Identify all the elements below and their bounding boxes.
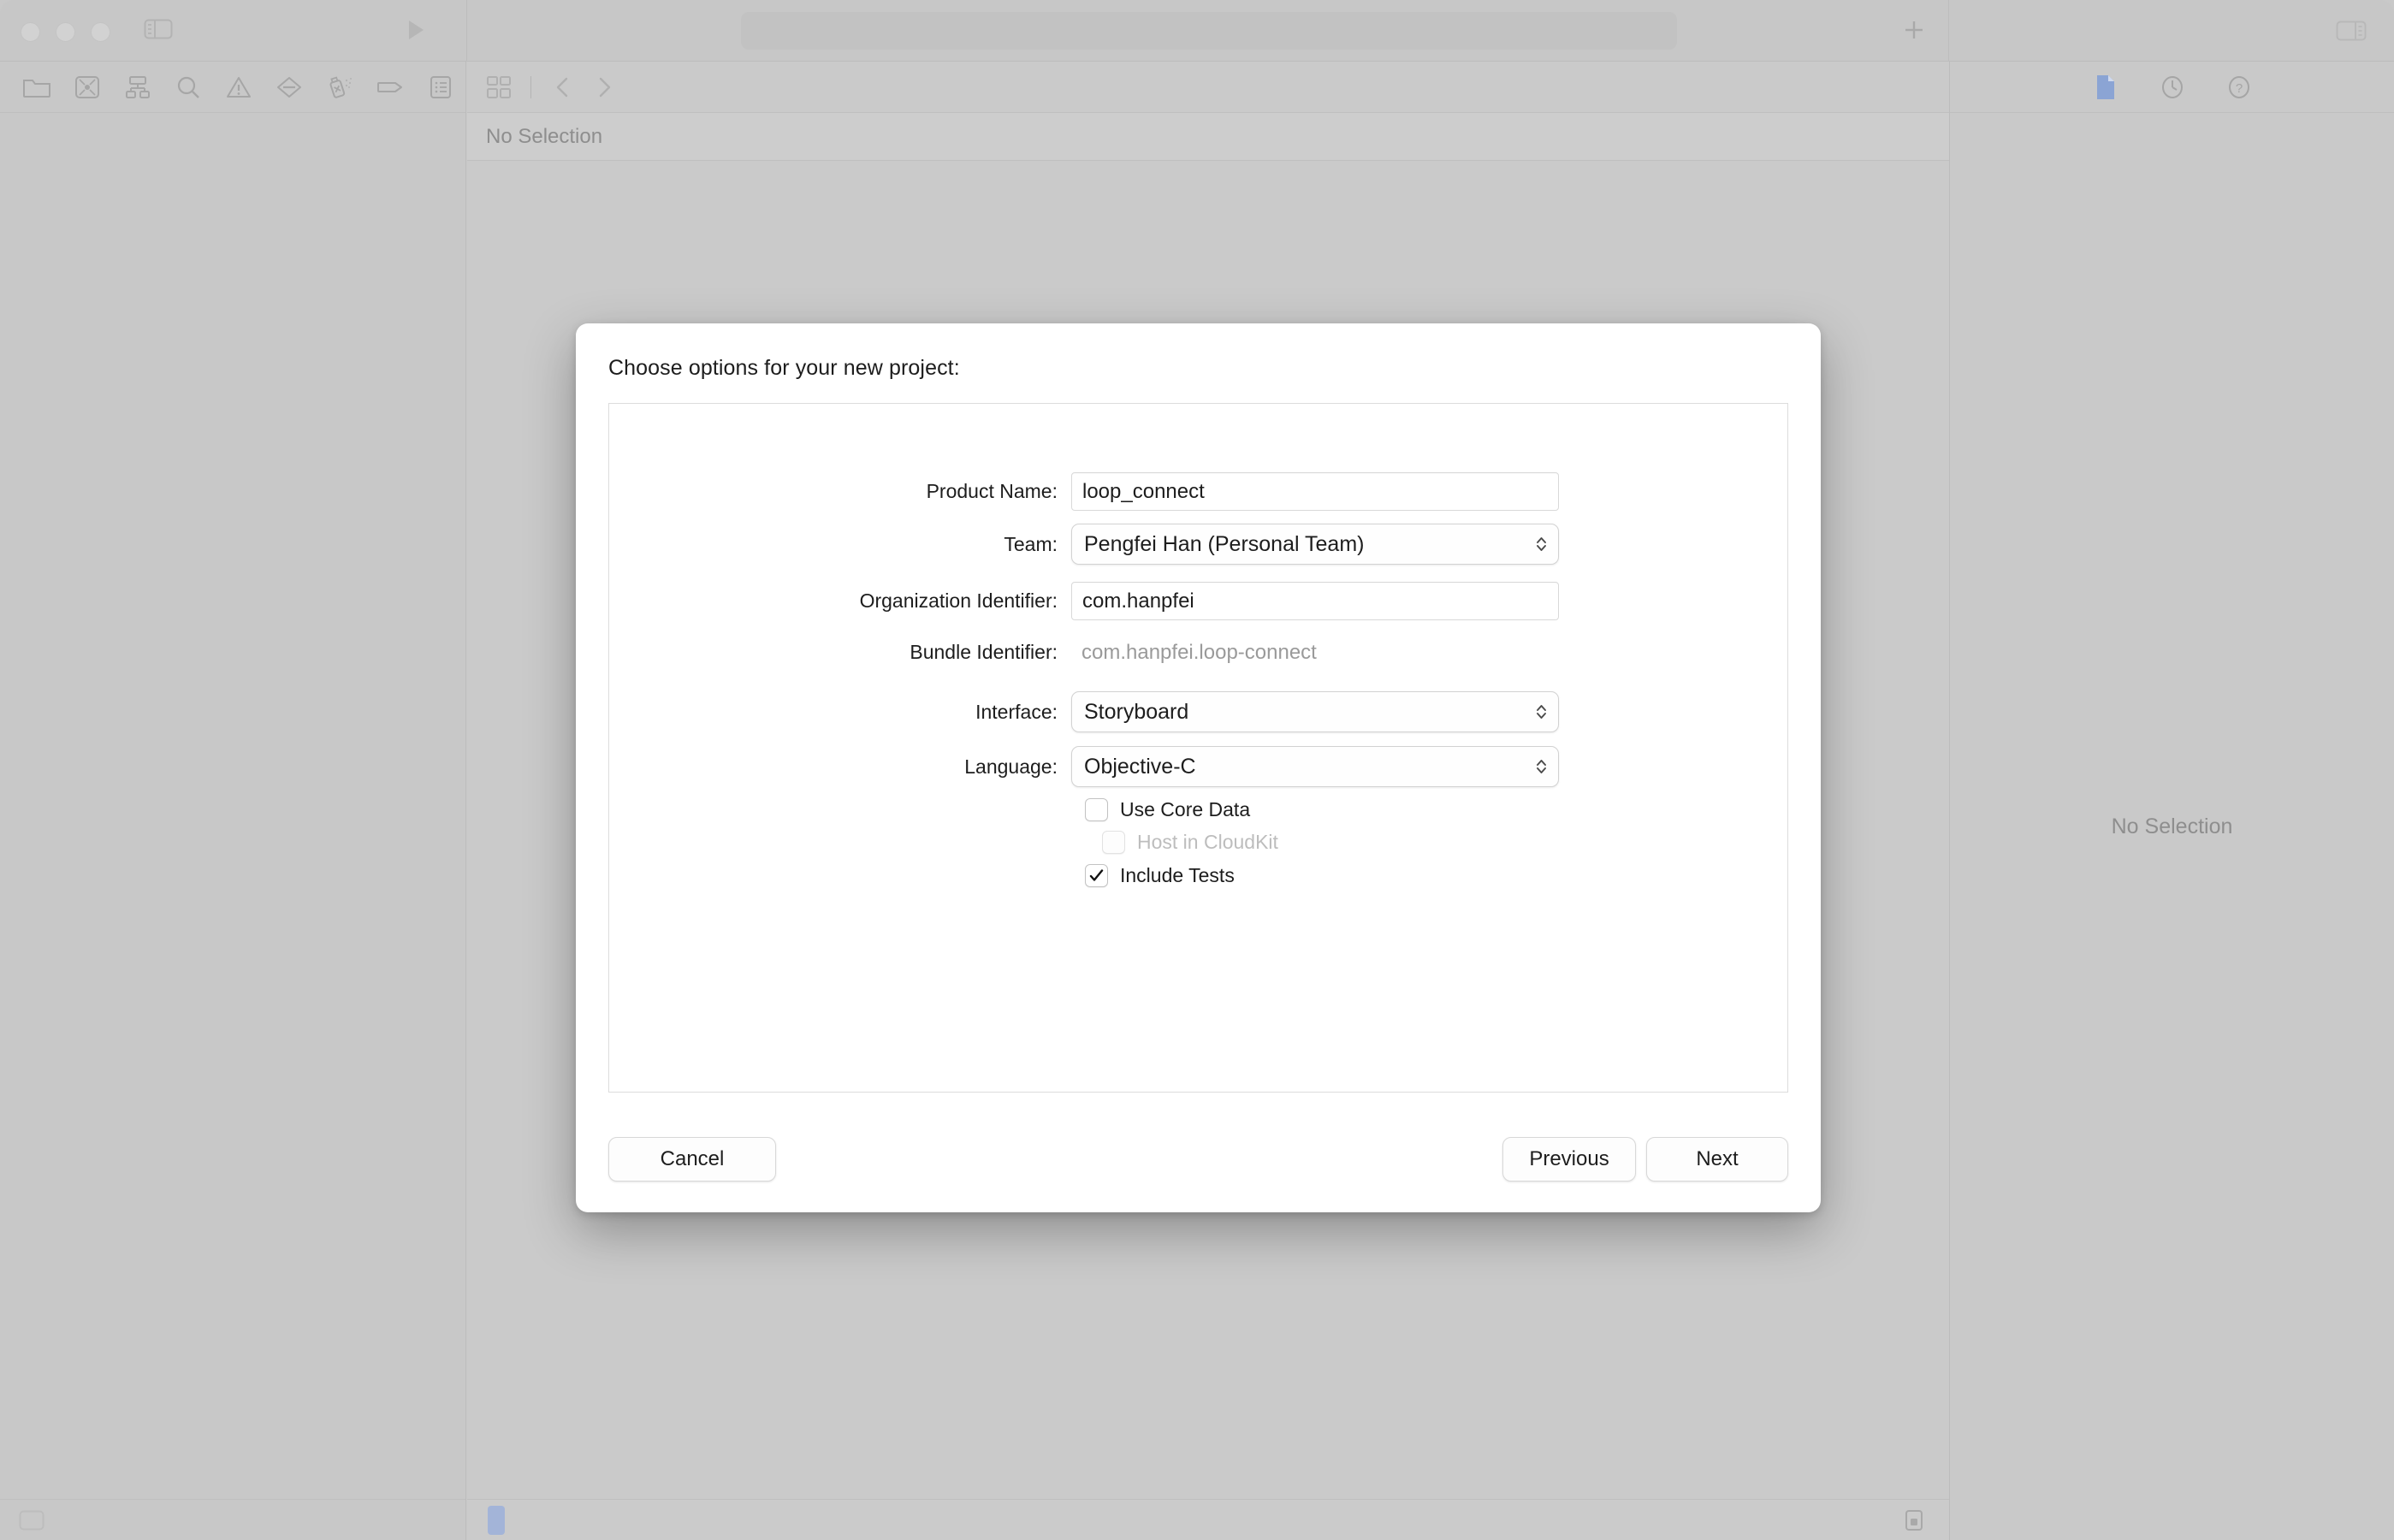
chevron-updown-icon xyxy=(1535,535,1548,554)
use-core-data-label: Use Core Data xyxy=(1120,798,1251,820)
form-row-product-name: Product Name: xyxy=(609,472,1787,511)
team-field-wrap: Pengfei Han (Personal Team) xyxy=(1071,524,1559,565)
previous-button[interactable]: Previous xyxy=(1502,1137,1636,1182)
include-tests-checkbox[interactable] xyxy=(1085,864,1108,887)
language-popup-value: Objective-C xyxy=(1084,754,1196,779)
sheet-scrim: Choose options for your new project: Pro… xyxy=(0,0,2394,1540)
team-popup-button[interactable]: Pengfei Han (Personal Team) xyxy=(1071,524,1559,565)
language-field-wrap: Objective-C xyxy=(1071,746,1559,787)
checkmark-icon xyxy=(1089,869,1104,881)
form-row-bundle-identifier: Bundle Identifier: com.hanpfei.loop-conn… xyxy=(609,633,1787,672)
product-name-label: Product Name: xyxy=(926,480,1058,502)
next-button[interactable]: Next xyxy=(1646,1137,1788,1182)
form-row-organization-identifier: Organization Identifier: xyxy=(609,582,1787,620)
cancel-button[interactable]: Cancel xyxy=(608,1137,776,1182)
form-row-team: Team: Pengfei Han (Personal Team) xyxy=(609,524,1787,565)
interface-label: Interface: xyxy=(975,700,1058,723)
team-popup-value: Pengfei Han (Personal Team) xyxy=(1084,531,1365,556)
sheet-footer: Cancel Previous Next xyxy=(608,1137,1788,1183)
host-in-cloudkit-checkbox xyxy=(1102,831,1125,854)
bundle-identifier-value: com.hanpfei.loop-connect xyxy=(1081,641,1317,664)
interface-popup-button[interactable]: Storyboard xyxy=(1071,691,1559,732)
sheet-options-panel: Product Name: Team: Pengfei Han (Persona… xyxy=(608,403,1788,1093)
language-label: Language: xyxy=(964,755,1058,778)
host-in-cloudkit-label: Host in CloudKit xyxy=(1137,831,1278,853)
sheet-title: Choose options for your new project: xyxy=(608,356,960,380)
organization-identifier-input[interactable] xyxy=(1071,582,1559,620)
interface-field-wrap: Storyboard xyxy=(1071,691,1559,732)
checkbox-row-host-in-cloudkit: Host in CloudKit xyxy=(1102,831,1278,854)
chevron-updown-icon xyxy=(1535,702,1548,721)
checkbox-row-include-tests[interactable]: Include Tests xyxy=(1085,864,1235,887)
product-name-input[interactable] xyxy=(1071,472,1559,511)
organization-identifier-field-wrap xyxy=(1071,582,1559,620)
interface-popup-value: Storyboard xyxy=(1084,699,1189,724)
new-project-options-sheet: Choose options for your new project: Pro… xyxy=(576,323,1821,1212)
product-name-field-wrap xyxy=(1071,472,1559,511)
team-label: Team: xyxy=(1004,532,1058,555)
include-tests-label: Include Tests xyxy=(1120,864,1235,886)
use-core-data-checkbox[interactable] xyxy=(1085,798,1108,821)
form-row-language: Language: Objective-C xyxy=(609,746,1787,787)
chevron-updown-icon xyxy=(1535,757,1548,776)
checkbox-row-use-core-data[interactable]: Use Core Data xyxy=(1085,798,1250,821)
form-row-interface: Interface: Storyboard xyxy=(609,691,1787,732)
organization-identifier-label: Organization Identifier: xyxy=(859,589,1058,612)
bundle-identifier-field-wrap: com.hanpfei.loop-connect xyxy=(1071,633,1559,672)
project-options-form: Product Name: Team: Pengfei Han (Persona… xyxy=(609,404,1787,1092)
bundle-identifier-label: Bundle Identifier: xyxy=(910,641,1058,663)
language-popup-button[interactable]: Objective-C xyxy=(1071,746,1559,787)
